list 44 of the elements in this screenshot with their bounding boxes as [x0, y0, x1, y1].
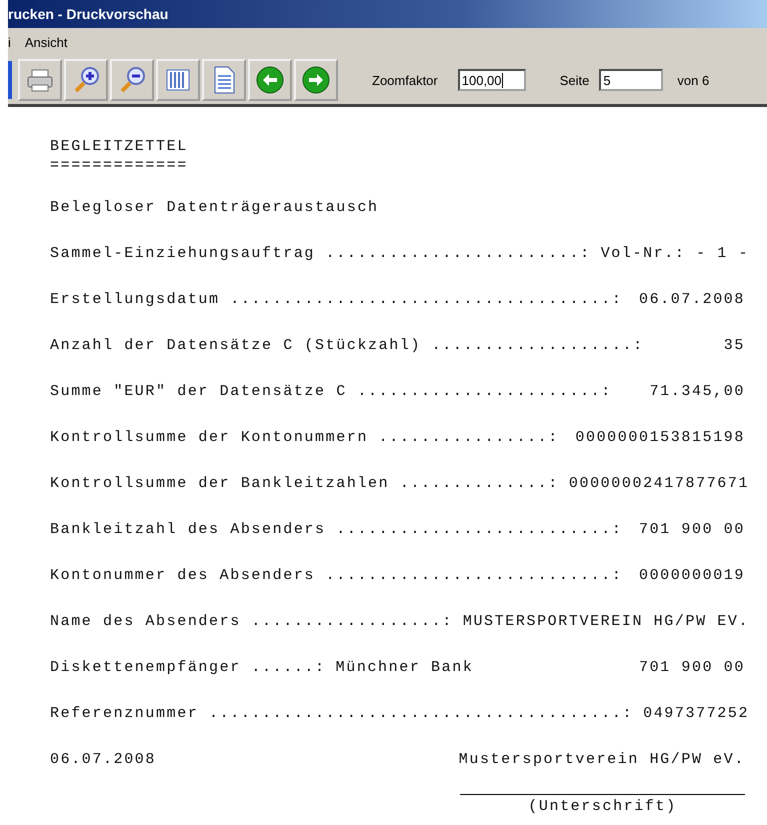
field-value: MUSTERSPORTVEREIN HG/PW EV.: [462, 612, 750, 631]
field-label: 06.07.2008: [50, 750, 156, 769]
field-label: Erstellungsdatum ....................................:: [50, 290, 622, 309]
left-arrow-button[interactable]: [248, 59, 292, 101]
field-value: 0497377252: [643, 704, 750, 723]
field-value: 0000000153815198: [575, 428, 745, 447]
right-arrow-button[interactable]: [294, 59, 338, 101]
zoom-field[interactable]: 100,00: [458, 69, 526, 91]
columns-button[interactable]: [156, 59, 200, 101]
field-label: Name des Absenders ..................:: [50, 612, 453, 631]
field-label: Summe "EUR" der Datensätze C .......................:: [50, 382, 612, 401]
field-label: Referenznummer .......................................:: [50, 704, 634, 723]
zoom-out-button[interactable]: [110, 59, 154, 101]
title-underline: =============: [50, 156, 189, 175]
field-label: Kontonummer des Absenders ...........................:: [50, 566, 622, 585]
field-label: Kontrollsumme der Bankleitzahlen ..............:: [50, 474, 559, 493]
field-value: 701 900 00: [638, 658, 745, 677]
field-value: 71.345,00: [650, 382, 745, 401]
page-field[interactable]: 5: [599, 69, 664, 91]
window-title: rucken - Druckvorschau: [8, 6, 168, 22]
signature-caption: (Unterschrift): [527, 797, 678, 816]
field-value: Mustersportverein HG/PW eV.: [458, 750, 745, 769]
page-label: Seite: [558, 72, 590, 88]
field-value: Münchner Bank: [336, 658, 474, 677]
field-label: Sammel-Einziehungsauftrag ........................:: [50, 244, 591, 263]
field-label: Bankleitzahl des Absenders ..........................:: [50, 520, 622, 539]
menu-item[interactable]: i: [8, 34, 11, 50]
document-title: BEGLEITZETTEL: [50, 137, 189, 156]
field-value: 0000000019: [638, 566, 745, 585]
field-value: 00000002417877671: [568, 474, 750, 493]
field-label: Kontrollsumme der Kontonummern ................:: [50, 428, 559, 447]
field-label: Diskettenempfänger ......:: [50, 658, 326, 677]
menu-item[interactable]: Ansicht: [24, 34, 68, 50]
field-label: Anzahl der Datensätze C (Stückzahl) ...................:: [50, 336, 644, 355]
zoom-in-button[interactable]: [64, 59, 108, 101]
page-total: von 6: [676, 72, 710, 88]
document-subtitle: Belegloser Datenträgeraustausch: [50, 198, 380, 217]
field-value: Vol-Nr.: - 1 -: [600, 244, 750, 263]
printer-button[interactable]: [18, 59, 62, 101]
page-button[interactable]: [202, 59, 246, 101]
zoom-label: Zoomfaktor: [371, 72, 439, 88]
field-value: 701 900 00: [638, 520, 745, 539]
field-value: 06.07.2008: [638, 290, 745, 309]
field-value: 35: [724, 336, 745, 355]
